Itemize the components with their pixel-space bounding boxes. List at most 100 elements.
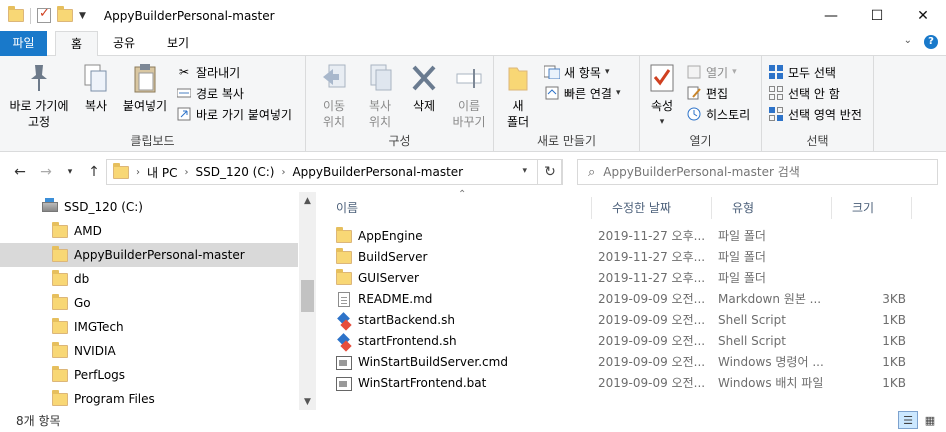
search-box[interactable]: ⌕: [577, 159, 938, 185]
nav-item-folder[interactable]: AppyBuilderPersonal-master: [0, 243, 298, 267]
paste-shortcut-label: 바로 가기 붙여넣기: [196, 107, 292, 122]
item-count: 8개 항목: [16, 414, 61, 428]
folder-icon: [52, 293, 68, 310]
copy-to-button[interactable]: 복사 위치: [358, 62, 402, 130]
folder-icon: [52, 389, 68, 406]
chevron-down-icon: ▾: [659, 117, 665, 127]
tab-view[interactable]: 보기: [158, 31, 198, 56]
invert-selection-button[interactable]: 선택 영역 반전: [768, 104, 862, 124]
nav-item-folder[interactable]: AMD: [0, 219, 298, 243]
chevron-right-icon[interactable]: ›: [181, 167, 191, 178]
new-item-icon: [544, 64, 560, 80]
new-folder-button[interactable]: 새 폴더: [498, 62, 538, 130]
details-view-icon: ☰: [903, 413, 913, 427]
breadcrumb-this-pc[interactable]: 내 PC: [143, 164, 181, 181]
new-item-button[interactable]: 새 항목 ▾: [544, 62, 609, 82]
column-header-date[interactable]: 수정한 날짜: [592, 197, 712, 219]
file-row[interactable]: WinStartBuildServer.cmd 2019-09-09 오전... W…: [336, 352, 912, 373]
close-button[interactable]: ✕: [900, 0, 946, 31]
open-group-label: 열기: [689, 134, 712, 148]
chevron-down-icon: ▾: [604, 67, 610, 77]
file-row[interactable]: GUIServer 2019-11-27 오후... 파일 폴더: [336, 268, 912, 289]
recent-locations-button[interactable]: ▾: [60, 162, 80, 182]
properties-icon[interactable]: [37, 6, 51, 23]
scissors-icon: ✂: [178, 65, 190, 79]
column-header-size[interactable]: 크기: [832, 197, 912, 219]
large-icons-view-button[interactable]: ▦: [920, 411, 940, 429]
history-label: 히스토리: [706, 107, 751, 122]
maximize-button[interactable]: ☐: [854, 0, 900, 31]
nav-item-folder[interactable]: Program Files: [0, 387, 298, 411]
nav-item-folder[interactable]: IMGTech: [0, 315, 298, 339]
tab-file[interactable]: 파일: [0, 31, 47, 56]
folder-icon: [52, 317, 68, 334]
file-row[interactable]: startFrontend.sh 2019-09-09 오전... Shell Sc…: [336, 331, 912, 352]
copy-to-icon: [364, 62, 396, 94]
chevron-right-icon[interactable]: ›: [278, 167, 288, 178]
move-to-icon: [318, 62, 350, 94]
up-button[interactable]: ↑: [84, 162, 104, 182]
easy-access-button[interactable]: 빠른 연결 ▾: [544, 83, 621, 103]
file-row[interactable]: startBackend.sh 2019-09-09 오전... Shell Scr…: [336, 310, 912, 331]
chevron-right-icon[interactable]: ›: [133, 167, 143, 178]
search-icon: ⌕: [588, 164, 596, 180]
cut-button[interactable]: ✂ 잘라내기: [176, 62, 240, 82]
nav-item-drive[interactable]: SSD_120 (C:): [0, 195, 298, 219]
copy-path-button[interactable]: 경로 복사: [176, 83, 244, 103]
edit-button[interactable]: 편집: [686, 83, 728, 103]
folder-icon: [8, 6, 24, 22]
paste-button[interactable]: 붙여넣기: [118, 62, 172, 114]
minimize-button[interactable]: —: [808, 0, 854, 31]
move-to-button[interactable]: 이동 위치: [312, 62, 356, 130]
open-button[interactable]: 열기 ▾: [686, 62, 737, 82]
nav-item-folder[interactable]: PerfLogs: [0, 363, 298, 387]
rename-button[interactable]: 이름 바꾸기: [446, 62, 492, 130]
nav-item-folder[interactable]: db: [0, 267, 298, 291]
scroll-down-icon[interactable]: ▼: [299, 393, 316, 410]
tab-home[interactable]: 홈: [55, 31, 98, 57]
file-name-cell: WinStartFrontend.bat: [336, 373, 592, 394]
file-row[interactable]: AppEngine 2019-11-27 오후... 파일 폴더: [336, 226, 912, 247]
breadcrumb-current-folder[interactable]: AppyBuilderPersonal-master: [288, 165, 467, 179]
nav-item-label: SSD_120 (C:): [64, 200, 143, 214]
expand-ribbon-icon[interactable]: ⌄: [904, 35, 912, 49]
folder-icon: [336, 248, 352, 264]
search-input[interactable]: [603, 165, 924, 179]
select-none-button[interactable]: 선택 안 함: [768, 83, 840, 103]
pin-quick-access-button[interactable]: 바로 가기에 고정: [6, 62, 72, 130]
breadcrumb-drive[interactable]: SSD_120 (C:): [191, 165, 278, 179]
clipboard-group-label: 클립보드: [130, 134, 175, 148]
details-view-button[interactable]: ☰: [898, 411, 918, 429]
scroll-thumb[interactable]: [301, 280, 314, 312]
address-history-icon[interactable]: ▾: [522, 166, 527, 176]
select-all-button[interactable]: 모두 선택: [768, 62, 836, 82]
nav-scrollbar[interactable]: ▲ ▼: [299, 192, 316, 410]
file-row[interactable]: WinStartFrontend.bat 2019-09-09 오전... Wind…: [336, 373, 912, 394]
history-button[interactable]: 히스토리: [686, 104, 750, 124]
delete-button[interactable]: 삭제: [404, 62, 444, 114]
column-header-name[interactable]: 이름: [316, 197, 592, 219]
customize-toolbar-icon[interactable]: ▼: [79, 11, 86, 21]
copy-button[interactable]: 복사: [76, 62, 116, 114]
file-size: 1KB: [882, 313, 906, 327]
back-button[interactable]: ←: [10, 162, 30, 182]
file-date: 2019-09-09 오전...: [598, 334, 706, 348]
paste-shortcut-button[interactable]: 바로 가기 붙여넣기: [176, 104, 292, 124]
scroll-up-icon[interactable]: ▲: [299, 192, 316, 209]
column-header-type[interactable]: 유형: [712, 197, 832, 219]
tab-share[interactable]: 공유: [104, 31, 144, 56]
file-date: 2019-09-09 오전...: [598, 313, 706, 327]
file-row[interactable]: BuildServer 2019-11-27 오후... 파일 폴더: [336, 247, 912, 268]
nav-item-folder[interactable]: Go: [0, 291, 298, 315]
large-icons-view-icon: ▦: [924, 413, 936, 427]
address-row: ← → ▾ ↑ › 내 PC › SSD_120 (C:) › AppyBuil…: [0, 152, 946, 192]
refresh-button[interactable]: ↻: [537, 159, 563, 185]
paste-shortcut-icon: [176, 106, 192, 122]
new-folder-icon[interactable]: [57, 6, 73, 22]
nav-item-folder[interactable]: NVIDIA: [0, 339, 298, 363]
forward-button[interactable]: →: [36, 162, 56, 182]
address-bar[interactable]: › 내 PC › SSD_120 (C:) › AppyBuilderPerso…: [106, 159, 562, 185]
help-icon[interactable]: ?: [924, 35, 938, 49]
properties-button[interactable]: 속성 ▾: [644, 62, 680, 130]
file-row[interactable]: README.md 2019-09-09 오전... Markdown 원본 ...…: [336, 289, 912, 310]
